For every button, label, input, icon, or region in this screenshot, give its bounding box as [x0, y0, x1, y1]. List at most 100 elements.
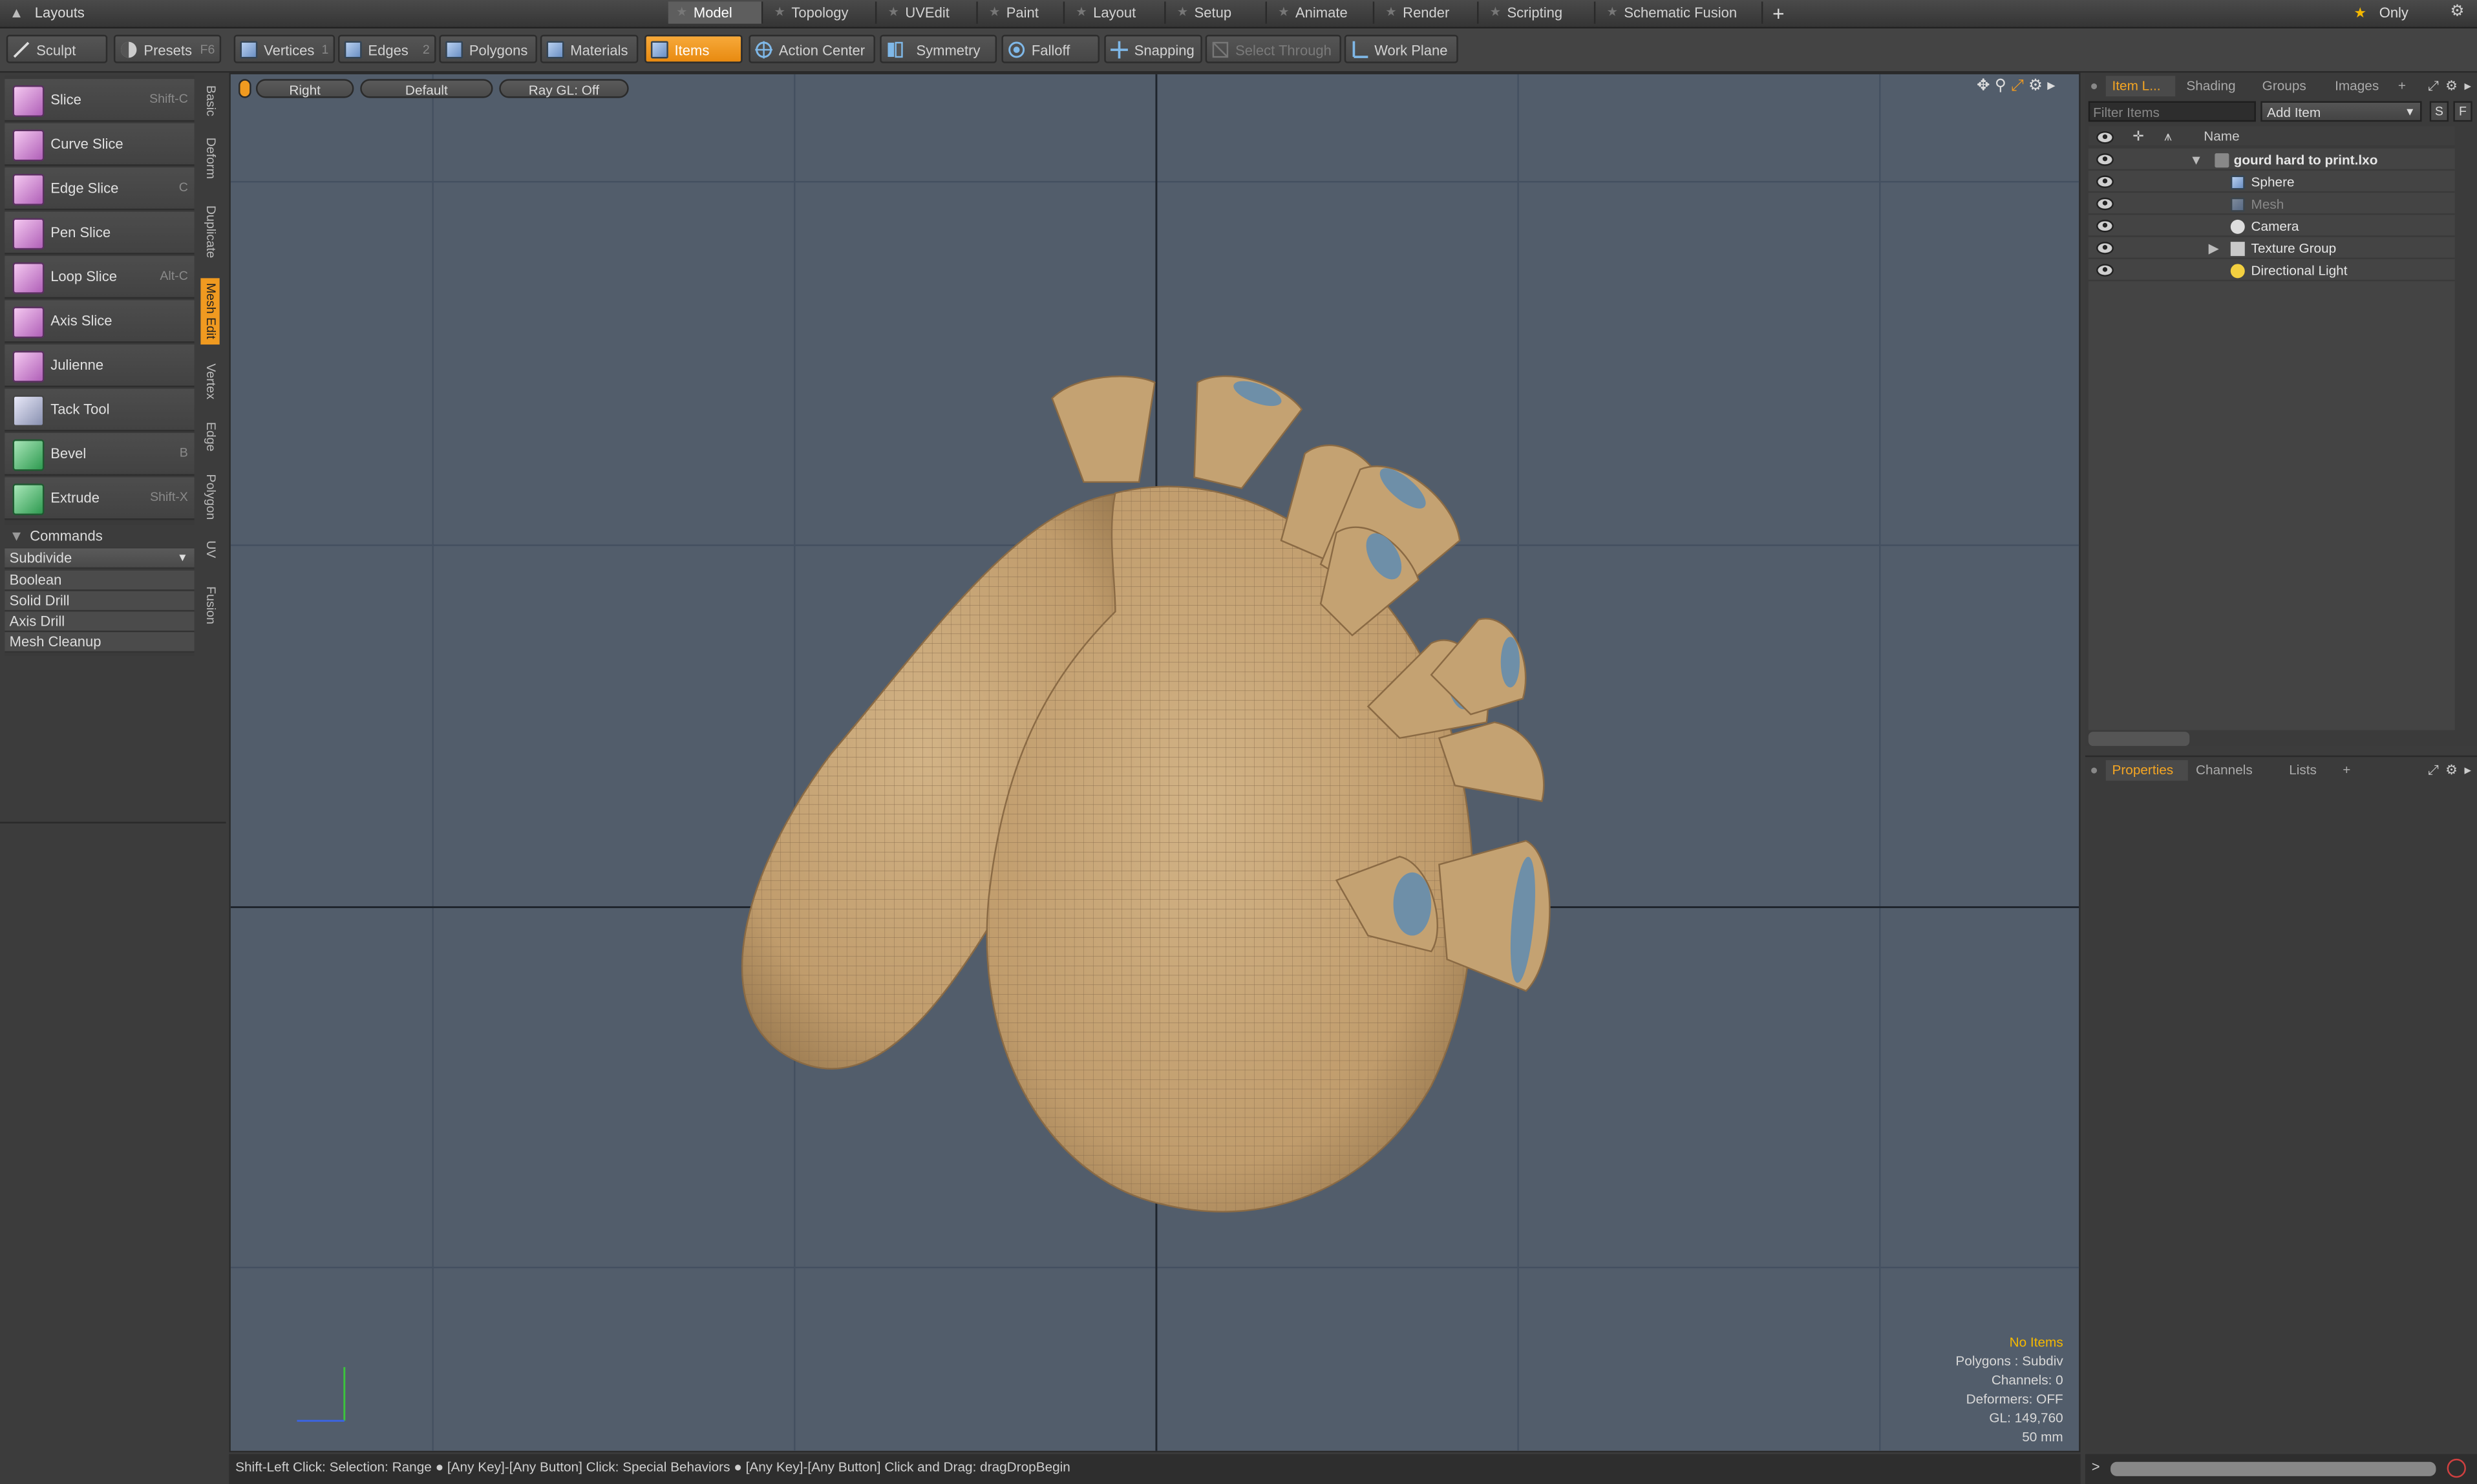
f-filter-button[interactable]: F: [2453, 101, 2472, 122]
bevel-tool[interactable]: Bevel B: [5, 432, 195, 476]
gourd-mesh[interactable]: [741, 375, 1551, 1213]
3d-viewport[interactable]: Right Default Ray GL: Off ✥⚲⤢⚙▸ No Items…: [229, 72, 2081, 1453]
tab-groups[interactable]: Groups: [2262, 76, 2306, 96]
panel-menu-icon[interactable]: ●: [2090, 76, 2098, 96]
mesh-cleanup-command[interactable]: Mesh Cleanup: [5, 632, 195, 653]
add-layout-tab-button[interactable]: +: [1772, 1, 1785, 25]
presets-button[interactable]: Presets F6: [113, 34, 222, 63]
boolean-command[interactable]: Boolean: [5, 570, 195, 591]
vtab-edge[interactable]: Edge: [200, 418, 219, 456]
tab-topology[interactable]: ★ Topology: [766, 1, 877, 24]
falloff-button[interactable]: Falloff: [1001, 34, 1100, 63]
edge-slice-tool[interactable]: Edge Slice C: [5, 167, 195, 211]
panel-arrow-icon[interactable]: ▸: [2464, 76, 2471, 96]
tab-setup[interactable]: ★ Setup: [1169, 1, 1268, 24]
panel-arrow-icon[interactable]: ▸: [2464, 760, 2471, 781]
tab-scripting[interactable]: ★ Scripting: [1482, 1, 1596, 24]
edges-button[interactable]: Edges 2: [337, 34, 436, 63]
curve-slice-tool[interactable]: Curve Slice: [5, 123, 195, 166]
add-item-dropdown[interactable]: Add Item ▼: [2260, 101, 2422, 122]
polygons-button[interactable]: Polygons: [439, 34, 537, 63]
tab-images[interactable]: Images: [2335, 76, 2379, 96]
add-panel-tab[interactable]: +: [2343, 760, 2350, 781]
panel-gear-icon[interactable]: ⚙: [2445, 76, 2458, 96]
commands-header[interactable]: ▼ Commands: [5, 524, 195, 547]
item-list-empty-area[interactable]: [2088, 281, 2455, 730]
expand-arrow-icon[interactable]: ▼: [2189, 149, 2203, 171]
tab-model[interactable]: ★ Model: [668, 1, 763, 24]
sculpt-button[interactable]: Sculpt: [6, 34, 108, 63]
command-input[interactable]: [2110, 1461, 2436, 1476]
layouts-arrow-icon[interactable]: ▲: [10, 5, 24, 20]
add-panel-tab[interactable]: +: [2398, 76, 2406, 96]
items-button[interactable]: Items: [644, 34, 743, 63]
subdivide-dropdown[interactable]: Subdivide ▼: [5, 548, 195, 569]
vtab-deform[interactable]: Deform: [200, 132, 219, 183]
zoom-icon[interactable]: ⚲: [1995, 78, 2011, 95]
tab-render[interactable]: ★ Render: [1377, 1, 1479, 24]
tack-tool[interactable]: Tack Tool: [5, 388, 195, 432]
item-list-scrollbar[interactable]: [2088, 732, 2190, 747]
pen-slice-tool[interactable]: Pen Slice: [5, 211, 195, 255]
julienne-tool[interactable]: Julienne: [5, 344, 195, 388]
maximize-panel-icon[interactable]: ⤢: [2428, 76, 2439, 96]
item-row-sphere[interactable]: Sphere: [2088, 171, 2455, 193]
slice-tool[interactable]: Slice Shift-C: [5, 79, 195, 122]
tab-properties[interactable]: Properties: [2105, 760, 2188, 781]
tab-schematic-fusion[interactable]: ★ Schematic Fusion: [1599, 1, 1763, 24]
visibility-eye-icon[interactable]: [2096, 219, 2114, 233]
raygl-button[interactable]: Ray GL: Off: [499, 79, 629, 98]
s-filter-button[interactable]: S: [2429, 101, 2449, 122]
only-toggle[interactable]: ★ Only: [2354, 1, 2432, 23]
name-column-header[interactable]: Name: [2204, 127, 2239, 147]
symmetry-button[interactable]: Symmetry: [880, 34, 997, 63]
panel-gear-icon[interactable]: ⚙: [2445, 760, 2458, 781]
tab-animate[interactable]: ★ Animate: [1270, 1, 1375, 24]
panel-menu-icon[interactable]: ●: [2090, 760, 2098, 781]
item-row-camera[interactable]: Camera: [2088, 215, 2455, 237]
vtab-uv[interactable]: UV: [200, 537, 219, 562]
work-plane-button[interactable]: Work Plane: [1344, 34, 1458, 63]
vtab-duplicate[interactable]: Duplicate: [200, 199, 219, 266]
expand-arrow-icon[interactable]: ▶: [2209, 237, 2219, 259]
vtab-fusion[interactable]: Fusion: [200, 578, 219, 632]
visibility-eye-icon[interactable]: [2096, 153, 2114, 166]
vtab-basic[interactable]: Basic: [200, 82, 219, 120]
viewport-style-button[interactable]: Default: [360, 79, 493, 98]
axis-slice-tool[interactable]: Axis Slice: [5, 300, 195, 343]
loop-slice-tool[interactable]: Loop Slice Alt-C: [5, 256, 195, 299]
visibility-eye-icon[interactable]: [2096, 175, 2114, 188]
visibility-eye-icon[interactable]: [2096, 242, 2114, 255]
maximize-panel-icon[interactable]: ⤢: [2428, 760, 2439, 781]
tab-item-list[interactable]: Item L...: [2105, 76, 2176, 97]
gear-icon[interactable]: ⚙: [2450, 3, 2464, 21]
axis-drill-command[interactable]: Axis Drill: [5, 611, 195, 633]
action-center-button[interactable]: Action Center: [749, 34, 875, 63]
vtab-polygon[interactable]: Polygon: [200, 468, 219, 525]
pan-icon[interactable]: ✥: [1977, 78, 1995, 95]
select-through-button[interactable]: Select Through: [1205, 34, 1341, 63]
layouts-menu[interactable]: Layouts: [35, 5, 85, 20]
tab-channels[interactable]: Channels: [2196, 760, 2253, 781]
vertices-button[interactable]: Vertices 1: [233, 34, 335, 63]
filter-items-input[interactable]: Filter Items: [2088, 101, 2256, 122]
item-row-texture-group[interactable]: ▶ Texture Group: [2088, 237, 2455, 260]
expand-arrow-icon[interactable]: ▸: [2047, 78, 2060, 95]
settings-icon[interactable]: ⚙: [2028, 78, 2047, 95]
item-row-mesh[interactable]: Mesh: [2088, 193, 2455, 215]
tab-layout[interactable]: ★ Layout: [1068, 1, 1166, 24]
vtab-vertex[interactable]: Vertex: [200, 357, 219, 405]
maximize-icon[interactable]: ⤢: [2011, 78, 2028, 95]
tab-uvedit[interactable]: ★ UVEdit: [880, 1, 978, 24]
tab-shading[interactable]: Shading: [2186, 76, 2235, 96]
viewport-menu-button[interactable]: [239, 79, 251, 98]
tab-paint[interactable]: ★ Paint: [981, 1, 1065, 24]
visibility-eye-icon[interactable]: [2096, 264, 2114, 277]
view-type-button[interactable]: Right: [255, 79, 354, 98]
item-row-directional-light[interactable]: Directional Light: [2088, 259, 2455, 282]
snapping-button[interactable]: Snapping: [1104, 34, 1202, 63]
tab-lists[interactable]: Lists: [2289, 760, 2317, 781]
materials-button[interactable]: Materials: [540, 34, 639, 63]
item-row-scene[interactable]: ▼ gourd hard to print.lxo: [2088, 148, 2455, 171]
vtab-mesh-edit[interactable]: Mesh Edit: [200, 278, 220, 345]
